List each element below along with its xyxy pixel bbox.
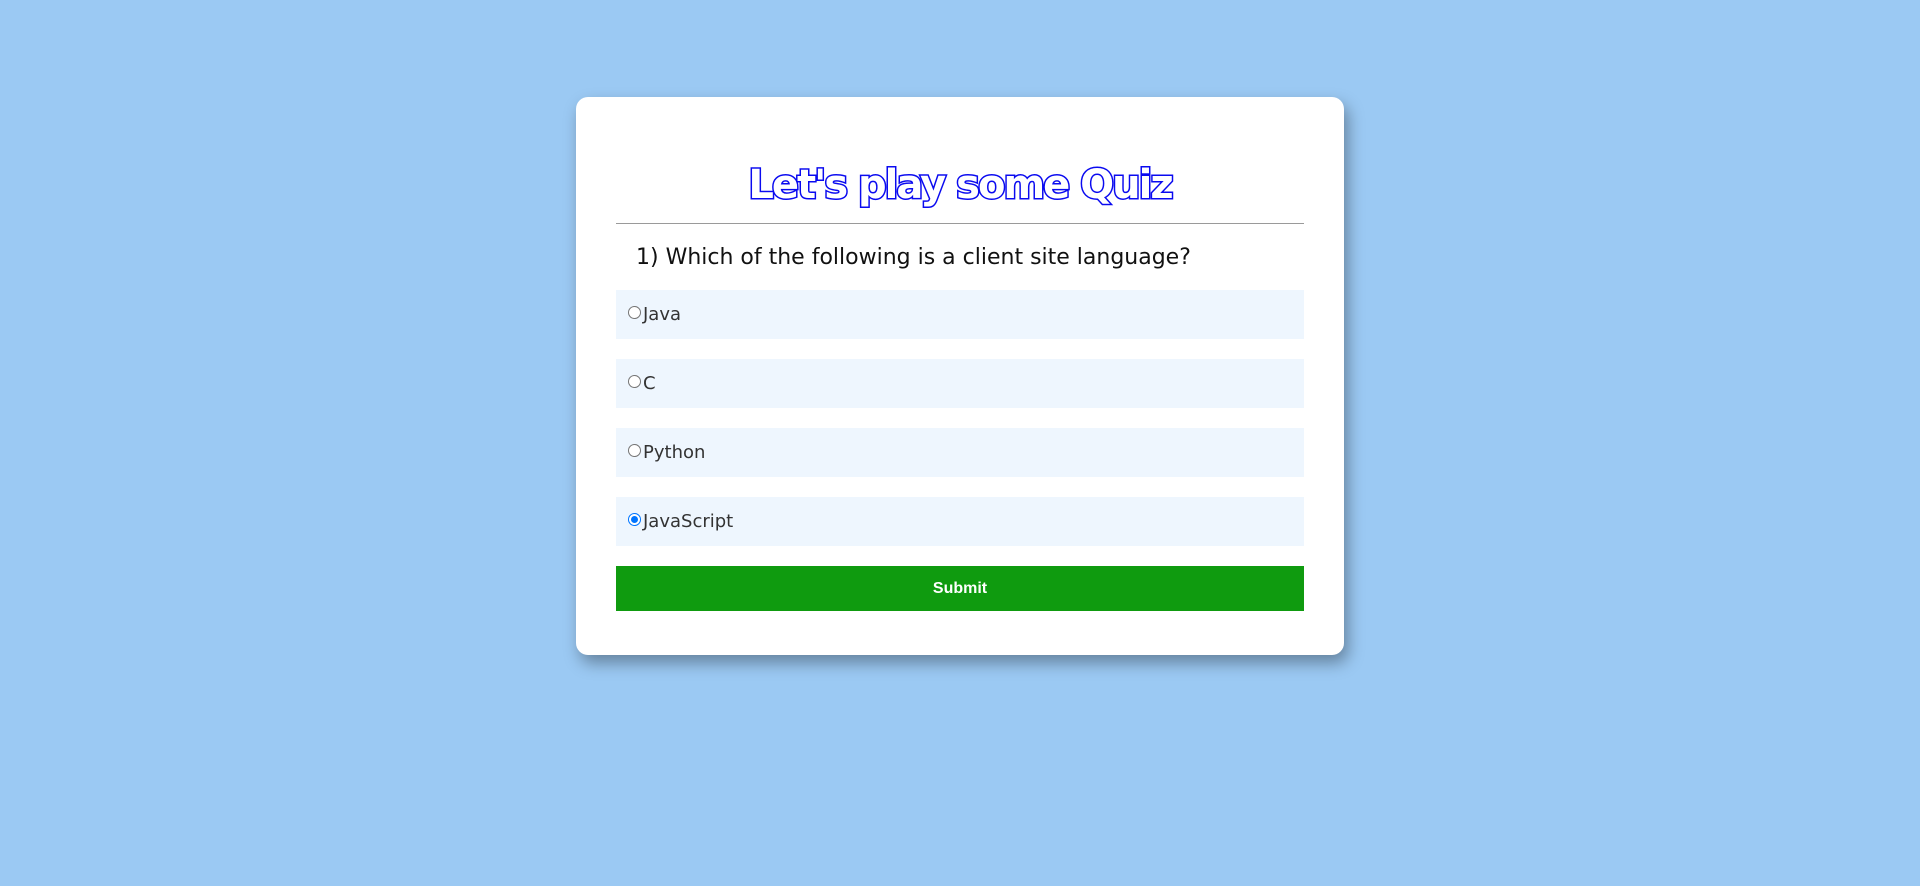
option-label: Java — [643, 304, 682, 325]
radio-python[interactable] — [628, 444, 641, 457]
answer-option-java[interactable]: Java — [616, 290, 1304, 339]
submit-button[interactable]: Submit — [616, 566, 1304, 611]
answer-options: Java C Python JavaScript — [616, 290, 1304, 546]
quiz-card: Let's play some Quiz 1) Which of the fol… — [576, 97, 1344, 655]
answer-option-python[interactable]: Python — [616, 428, 1304, 477]
question-text: 1) Which of the following is a client si… — [636, 245, 1191, 270]
quiz-title: Let's play some Quiz — [747, 161, 1175, 210]
option-label: Python — [643, 442, 706, 463]
answer-option-javascript[interactable]: JavaScript — [616, 497, 1304, 546]
answer-option-c[interactable]: C — [616, 359, 1304, 408]
radio-java[interactable] — [628, 306, 641, 319]
radio-c[interactable] — [628, 375, 641, 388]
option-label: C — [643, 373, 656, 394]
option-label: JavaScript — [643, 511, 734, 532]
radio-javascript[interactable] — [628, 513, 641, 526]
